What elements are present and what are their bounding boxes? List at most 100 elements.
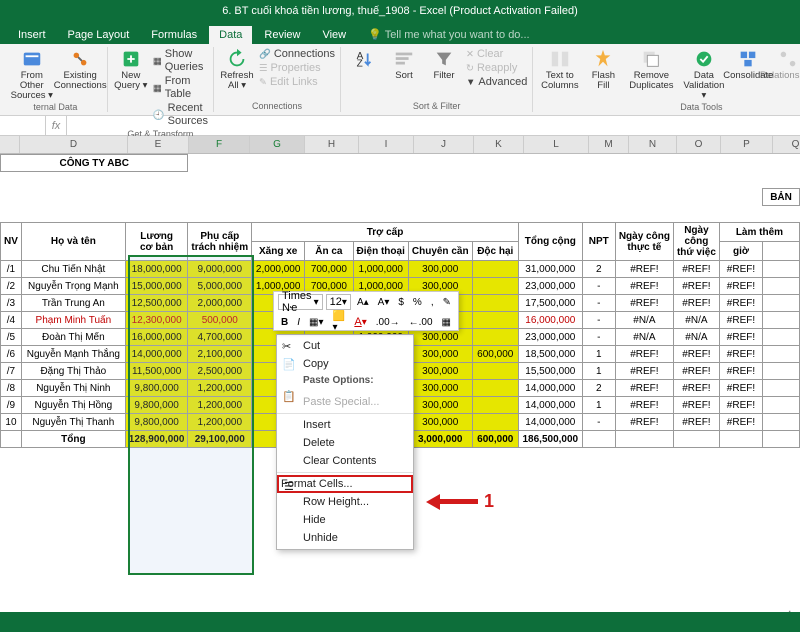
cell[interactable]: Lươngcơ bản: [125, 223, 188, 261]
cell[interactable]: #REF!: [719, 346, 762, 363]
refresh-all-button[interactable]: Refresh All ▾: [219, 48, 255, 91]
cell[interactable]: 12,500,000: [125, 295, 188, 312]
cell[interactable]: 23,000,000: [518, 278, 582, 295]
comma-icon[interactable]: ,: [428, 296, 437, 309]
cell[interactable]: 600,000: [472, 431, 518, 448]
cell[interactable]: [673, 155, 719, 172]
name-cell[interactable]: Đặng Thị Thảo: [21, 363, 125, 380]
cell[interactable]: 1,200,000: [188, 380, 252, 397]
cell[interactable]: 1: [582, 346, 615, 363]
col-header-P[interactable]: P: [721, 136, 773, 153]
ctx-hide[interactable]: Hide: [277, 511, 413, 529]
cell[interactable]: -: [582, 295, 615, 312]
col-header-N[interactable]: N: [629, 136, 677, 153]
cell[interactable]: #REF!: [615, 397, 673, 414]
name-cell[interactable]: Chu Tiến Nhật: [21, 261, 125, 278]
cell[interactable]: 9,800,000: [125, 397, 188, 414]
cell[interactable]: /1: [1, 261, 22, 278]
cell[interactable]: /6: [1, 346, 22, 363]
cell[interactable]: [719, 431, 762, 448]
cell[interactable]: 1,200,000: [188, 414, 252, 431]
cell[interactable]: 300,000: [408, 397, 472, 414]
ctx-clear-contents[interactable]: Clear Contents: [277, 452, 413, 470]
cell[interactable]: 14,000,000: [518, 414, 582, 431]
cell[interactable]: /9: [1, 397, 22, 414]
fx-icon[interactable]: fx: [46, 120, 66, 132]
format-painter-icon[interactable]: ✎: [440, 296, 454, 309]
show-queries-button[interactable]: ▦ Show Queries: [153, 48, 208, 74]
cell[interactable]: 9,800,000: [125, 414, 188, 431]
increase-decimal-icon[interactable]: ←.00: [406, 316, 436, 329]
ctx-row-height[interactable]: Row Height...: [277, 493, 413, 511]
name-cell[interactable]: Đoàn Thị Mến: [21, 329, 125, 346]
currency-icon[interactable]: $: [395, 296, 407, 309]
cell[interactable]: #REF!: [719, 397, 762, 414]
flash-fill-button[interactable]: Flash Fill: [585, 48, 621, 91]
cell[interactable]: #REF!: [719, 278, 762, 295]
cell[interactable]: [188, 155, 252, 172]
cell[interactable]: [408, 155, 472, 172]
col-header-J[interactable]: J: [414, 136, 474, 153]
cell[interactable]: [472, 363, 518, 380]
cell[interactable]: 186,500,000: [518, 431, 582, 448]
cell[interactable]: [1, 189, 763, 206]
cell[interactable]: [472, 414, 518, 431]
name-cell[interactable]: Nguyễn Thị Thanh: [21, 414, 125, 431]
border-icon[interactable]: ▦▾: [306, 316, 326, 329]
cell[interactable]: [615, 431, 673, 448]
cell[interactable]: 9,000,000: [188, 261, 252, 278]
cell[interactable]: 2,500,000: [188, 363, 252, 380]
cell[interactable]: #N/A: [615, 312, 673, 329]
cell[interactable]: [472, 261, 518, 278]
cell[interactable]: 2: [582, 261, 615, 278]
cell[interactable]: #REF!: [673, 346, 719, 363]
cell[interactable]: Ngày côngthực tế: [615, 223, 673, 261]
cell[interactable]: -: [582, 312, 615, 329]
cell[interactable]: [472, 329, 518, 346]
cell[interactable]: [1, 172, 800, 189]
tab-review[interactable]: Review: [254, 26, 310, 44]
ban-label[interactable]: BẢN: [763, 189, 800, 206]
cell[interactable]: 15,000,000: [125, 278, 188, 295]
ctx-delete[interactable]: Delete: [277, 434, 413, 452]
formula-input[interactable]: [66, 116, 800, 135]
cell[interactable]: #REF!: [719, 414, 762, 431]
cell[interactable]: 2,100,000: [188, 346, 252, 363]
cell[interactable]: /7: [1, 363, 22, 380]
cell[interactable]: #REF!: [615, 363, 673, 380]
cell[interactable]: #REF!: [615, 261, 673, 278]
cell[interactable]: 700,000: [305, 261, 353, 278]
increase-font-icon[interactable]: A▴: [354, 296, 372, 309]
col-header-row[interactable]: [0, 136, 20, 153]
filter-button[interactable]: Filter: [426, 48, 462, 81]
cell[interactable]: 128,900,000: [125, 431, 188, 448]
cell[interactable]: /2: [1, 278, 22, 295]
new-query-button[interactable]: New Query ▾: [113, 48, 149, 91]
percent-icon[interactable]: %: [410, 296, 425, 309]
data-validation-button[interactable]: Data Validation ▾: [681, 48, 726, 101]
cell[interactable]: Xăng xe: [252, 242, 305, 261]
cell[interactable]: [252, 155, 305, 172]
name-cell[interactable]: Phạm Minh Tuấn: [21, 312, 125, 329]
cell[interactable]: -: [582, 329, 615, 346]
col-header-I[interactable]: I: [359, 136, 414, 153]
cell[interactable]: 14,000,000: [518, 397, 582, 414]
cell[interactable]: [305, 155, 353, 172]
cell[interactable]: Trợ cấp: [252, 223, 519, 242]
cell[interactable]: [582, 431, 615, 448]
name-cell[interactable]: Nguyễn Mạnh Thắng: [21, 346, 125, 363]
font-select[interactable]: Times Nҽ ▾: [278, 294, 323, 310]
bold-button[interactable]: B: [278, 316, 291, 329]
cell[interactable]: giờ: [719, 242, 762, 261]
ctx-unhide[interactable]: Unhide: [277, 529, 413, 547]
cell[interactable]: 18,500,000: [518, 346, 582, 363]
cell[interactable]: #N/A: [673, 312, 719, 329]
cell[interactable]: [763, 312, 800, 329]
name-cell[interactable]: Nguyễn Thị Ninh: [21, 380, 125, 397]
cell[interactable]: NPT: [582, 223, 615, 261]
cell[interactable]: 300,000: [408, 261, 472, 278]
advanced-filter-button[interactable]: ▼ Advanced: [466, 76, 527, 89]
name-cell[interactable]: Nguyễn Trọng Mạnh: [21, 278, 125, 295]
cell[interactable]: #N/A: [673, 329, 719, 346]
cell[interactable]: 17,500,000: [518, 295, 582, 312]
